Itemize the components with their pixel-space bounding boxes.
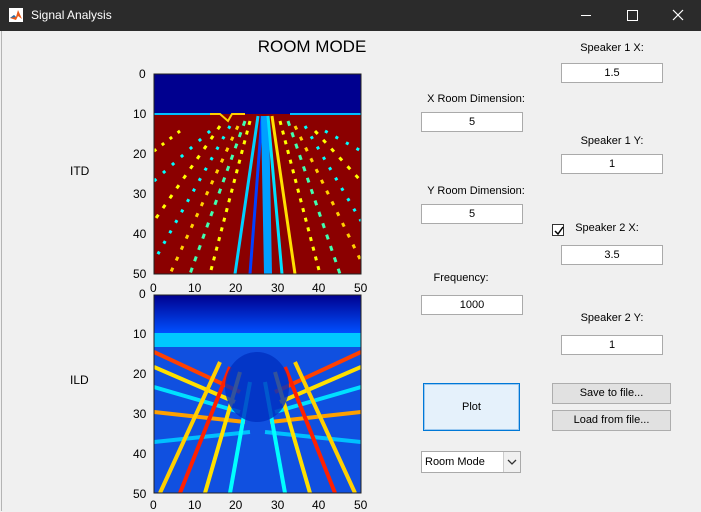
itd-label: ITD	[70, 164, 90, 178]
itd-plot[interactable]	[150, 71, 365, 277]
y-room-input[interactable]: 5	[421, 204, 523, 224]
close-button[interactable]	[655, 0, 701, 31]
ild-x-tick: 20	[229, 498, 243, 512]
maximize-button[interactable]	[609, 0, 655, 31]
speaker1-x-label: Speaker 1 X:	[580, 42, 644, 54]
x-room-input[interactable]: 5	[421, 112, 523, 132]
ild-y-tick: 10	[133, 327, 147, 341]
mode-select[interactable]: Room Mode	[421, 451, 521, 473]
chevron-down-icon	[503, 452, 520, 472]
speaker2-y-label: Speaker 2 Y:	[580, 312, 644, 324]
close-icon	[672, 9, 684, 21]
ild-plot[interactable]	[150, 292, 365, 496]
plot-button[interactable]: Plot	[423, 383, 520, 431]
frequency-input[interactable]: 1000	[421, 295, 523, 315]
load-from-file-button[interactable]: Load from file...	[552, 410, 671, 431]
x-room-label: X Room Dimension:	[427, 93, 525, 105]
speaker1-x-input[interactable]: 1.5	[561, 63, 663, 83]
speaker2-x-input[interactable]: 3.5	[561, 245, 663, 265]
ild-y-tick: 50	[133, 487, 147, 501]
itd-y-tick: 0	[139, 67, 146, 81]
window-title: Signal Analysis	[31, 8, 112, 22]
maximize-icon	[627, 10, 638, 21]
itd-y-tick: 30	[133, 187, 147, 201]
figure-title: ROOM MODE	[257, 37, 367, 56]
mode-select-value: Room Mode	[425, 456, 485, 468]
speaker1-y-input[interactable]: 1	[561, 154, 663, 174]
minimize-button[interactable]	[563, 0, 609, 31]
ild-x-tick: 50	[354, 498, 368, 512]
frequency-label: Frequency:	[433, 272, 489, 284]
itd-y-tick: 10	[133, 107, 147, 121]
ild-x-tick: 0	[150, 498, 157, 512]
itd-y-tick: 50	[133, 267, 147, 281]
minimize-icon	[581, 15, 591, 16]
y-room-label: Y Room Dimension:	[427, 185, 525, 197]
speaker2-checkbox[interactable]	[552, 224, 564, 236]
itd-y-tick: 20	[133, 147, 147, 161]
speaker2-y-input[interactable]: 1	[561, 335, 663, 355]
ild-y-tick: 0	[139, 287, 146, 301]
matlab-icon	[9, 8, 23, 22]
figure-panel: ROOM MODE ITD 0 10 20 30 40 50 0 10 20 3…	[1, 31, 701, 512]
ild-x-tick: 10	[188, 498, 202, 512]
ild-heatmap	[154, 295, 361, 493]
ild-x-tick: 40	[312, 498, 326, 512]
itd-y-tick: 40	[133, 227, 147, 241]
title-bar: Signal Analysis	[0, 0, 701, 31]
itd-heatmap	[154, 74, 361, 274]
speaker1-y-label: Speaker 1 Y:	[580, 135, 644, 147]
save-to-file-button[interactable]: Save to file...	[552, 383, 671, 404]
ild-y-tick: 20	[133, 367, 147, 381]
checkmark-icon	[554, 226, 564, 236]
ild-y-tick: 30	[133, 407, 147, 421]
ild-y-tick: 40	[133, 447, 147, 461]
ild-label: ILD	[70, 373, 89, 387]
speaker2-x-label: Speaker 2 X:	[575, 222, 639, 234]
ild-x-tick: 30	[271, 498, 285, 512]
